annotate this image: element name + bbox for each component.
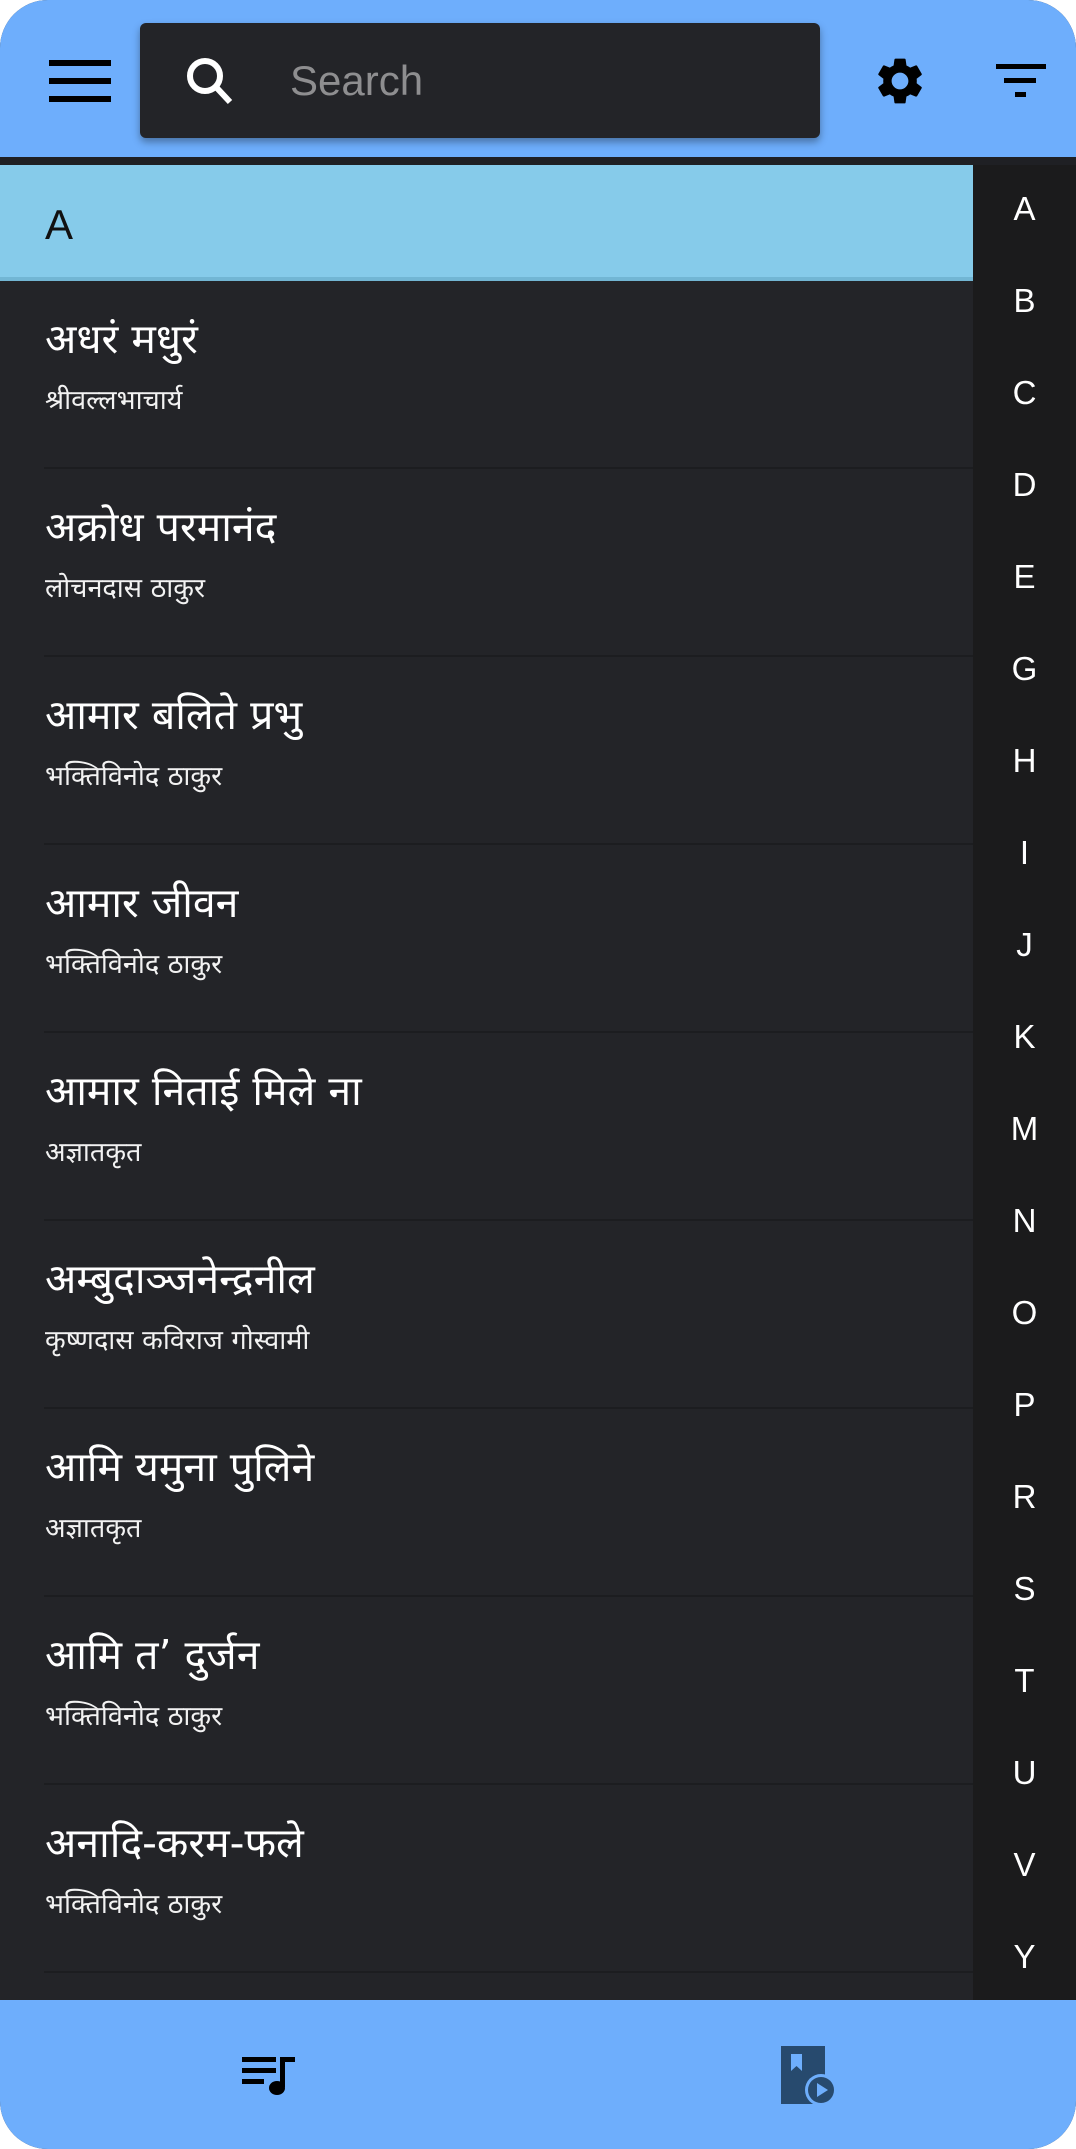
list-item[interactable]: आमार बलिते प्रभु भक्तिविनोद ठाकुर	[0, 657, 973, 845]
list-item[interactable]: अम्बुदाञ्जनेन्द्रनील कृष्णदास कविराज गोस…	[0, 1221, 973, 1409]
song-title: आमार निताई मिले ना	[45, 1067, 362, 1115]
song-title: अक्रोध परमानंद	[45, 503, 277, 551]
divider	[44, 1971, 973, 1973]
index-letter-h[interactable]: H	[973, 741, 1076, 781]
index-letter-r[interactable]: R	[973, 1477, 1076, 1517]
index-letter-s[interactable]: S	[973, 1569, 1076, 1609]
index-letter-t[interactable]: T	[973, 1661, 1076, 1701]
index-letter-k[interactable]: K	[973, 1017, 1076, 1057]
song-title: अधरं मधुरं	[45, 315, 198, 363]
index-letter-u[interactable]: U	[973, 1753, 1076, 1793]
gear-icon	[878, 58, 922, 104]
song-title: अम्बुदाञ्जनेन्द्रनील	[45, 1255, 315, 1303]
list-item[interactable]: आमि त’ दुर्जन भक्तिविनोद ठाकुर	[0, 1597, 973, 1785]
app-bar-divider	[0, 157, 1076, 165]
index-letter-n[interactable]: N	[973, 1201, 1076, 1241]
search-icon	[187, 58, 233, 105]
section-header-label: A	[45, 201, 74, 248]
index-letter-m[interactable]: M	[973, 1109, 1076, 1149]
index-letter-c[interactable]: C	[973, 373, 1076, 413]
settings-button[interactable]	[866, 50, 934, 112]
index-letter-j[interactable]: J	[973, 925, 1076, 965]
list-item[interactable]: आमि यमुना पुलिने अज्ञातकृत	[0, 1409, 973, 1597]
section-header: A	[0, 165, 973, 281]
song-author: लोचनदास ठाकुर	[45, 573, 206, 604]
song-title: आमि त’ दुर्जन	[45, 1631, 260, 1679]
list-item[interactable]: अधरं मधुरं श्रीवल्लभाचार्य	[0, 281, 973, 469]
app-screen: A अधरं मधुरं श्रीवल्लभाचार्य अक्रोध परमा…	[0, 0, 1076, 2149]
alphabet-index[interactable]: A B C D E G H I J K M N O P R S T U V Y	[973, 165, 1076, 2000]
nav-book-play-tab[interactable]	[538, 2000, 1076, 2149]
song-author: भक्तिविनोद ठाकुर	[45, 949, 223, 980]
index-letter-p[interactable]: P	[973, 1385, 1076, 1425]
song-title: आमार बलिते प्रभु	[45, 691, 303, 739]
playlist-music-icon	[242, 2056, 295, 2095]
index-letter-a[interactable]: A	[973, 189, 1076, 229]
index-letter-d[interactable]: D	[973, 465, 1076, 505]
song-title: आमि यमुना पुलिने	[45, 1443, 315, 1491]
index-letter-o[interactable]: O	[973, 1293, 1076, 1333]
bottom-navigation	[0, 2000, 1076, 2149]
song-author: कृष्णदास कविराज गोस्वामी	[45, 1325, 310, 1356]
index-letter-g[interactable]: G	[973, 649, 1076, 689]
song-author: भक्तिविनोद ठाकुर	[45, 1701, 223, 1732]
list-item[interactable]: आमार निताई मिले ना अज्ञातकृत	[0, 1033, 973, 1221]
index-letter-i[interactable]: I	[973, 833, 1076, 873]
nav-song-list-tab[interactable]	[0, 2000, 538, 2149]
index-letter-e[interactable]: E	[973, 557, 1076, 597]
search-input[interactable]	[290, 23, 790, 138]
index-letter-b[interactable]: B	[973, 281, 1076, 321]
song-list: A अधरं मधुरं श्रीवल्लभाचार्य अक्रोध परमा…	[0, 165, 973, 2000]
song-author: अज्ञातकृत	[45, 1513, 142, 1544]
menu-button[interactable]	[40, 50, 120, 112]
list-item[interactable]: अक्रोध परमानंद लोचनदास ठाकुर	[0, 469, 973, 657]
song-title: आमार जीवन	[45, 879, 239, 927]
song-author: भक्तिविनोद ठाकुर	[45, 1889, 223, 1920]
filter-button[interactable]	[984, 50, 1058, 112]
menu-icon	[49, 60, 111, 102]
list-item[interactable]: अनादि-करम-फले भक्तिविनोद ठाकुर	[0, 1785, 973, 1973]
index-letter-y[interactable]: Y	[973, 1937, 1076, 1977]
book-play-icon	[781, 2045, 837, 2106]
song-rows: अधरं मधुरं श्रीवल्लभाचार्य अक्रोध परमानं…	[0, 281, 973, 1973]
song-author: भक्तिविनोद ठाकुर	[45, 761, 223, 792]
song-author: श्रीवल्लभाचार्य	[45, 385, 183, 416]
search-bar[interactable]	[140, 23, 820, 138]
song-author: अज्ञातकृत	[45, 1137, 142, 1168]
song-title: अनादि-करम-फले	[45, 1819, 304, 1867]
list-item[interactable]: आमार जीवन भक्तिविनोद ठाकुर	[0, 845, 973, 1033]
app-bar	[0, 0, 1076, 157]
filter-icon	[996, 64, 1046, 97]
index-letter-v[interactable]: V	[973, 1845, 1076, 1885]
